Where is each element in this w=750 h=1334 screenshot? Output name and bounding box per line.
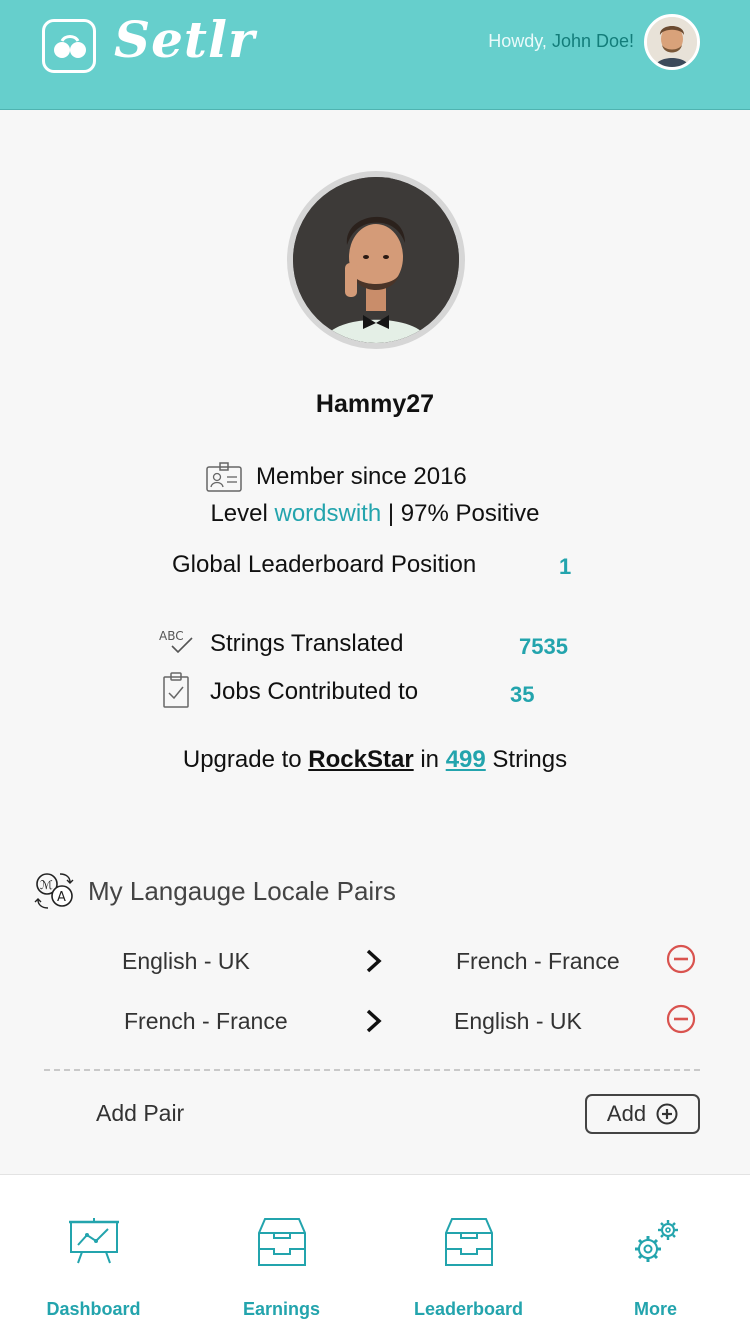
pair-target-locale: French - France xyxy=(456,948,620,974)
inbox-tray-icon xyxy=(444,1218,493,1266)
strings-translated-label: Strings Translated xyxy=(210,630,404,657)
chevron-right-icon xyxy=(366,1009,382,1033)
upgrade-suffix: Strings xyxy=(492,746,568,773)
level-row: Level wordswith | 97% Positive xyxy=(0,500,750,528)
leaderboard-label: Global Leaderboard Position xyxy=(172,551,477,578)
member-since-text: Member since 2016 xyxy=(256,463,467,490)
chevron-right-icon xyxy=(366,949,382,973)
dashed-divider xyxy=(44,1069,700,1071)
add-pair-label: Add Pair xyxy=(96,1100,185,1126)
level-separator: | xyxy=(387,500,395,527)
translate-icon: ℳ A xyxy=(34,873,74,909)
add-pair-button[interactable]: Add xyxy=(585,1094,700,1134)
upgrade-tier-link[interactable]: RockStar xyxy=(308,746,413,773)
member-since-row: Member since 2016 xyxy=(206,460,467,494)
user-name-link[interactable]: John Doe! xyxy=(552,31,634,51)
greeting: Howdy, John Doe! xyxy=(488,31,634,52)
upgrade-prefix: Upgrade to xyxy=(182,746,302,773)
plus-circle-icon xyxy=(656,1103,678,1125)
strings-translated-row: ABC Strings Translated 7535 xyxy=(158,624,588,664)
logo-icon[interactable] xyxy=(42,19,96,73)
upgrade-row: Upgrade to RockStar in 499 Strings xyxy=(0,746,750,774)
remove-pair-icon[interactable] xyxy=(666,1004,696,1034)
jobs-contributed-value: 35 xyxy=(510,682,535,707)
pair-source-locale: French - France xyxy=(124,1008,288,1034)
locale-pair-row: English - UK French - France xyxy=(0,940,750,980)
brand-name: Setlr xyxy=(114,10,256,69)
spellcheck-icon: ABC xyxy=(159,629,193,654)
jobs-contributed-label: Jobs Contributed to xyxy=(210,678,419,705)
svg-text:A: A xyxy=(57,890,66,905)
svg-text:ℳ: ℳ xyxy=(40,878,53,892)
add-button-label: Add xyxy=(606,1101,647,1126)
leaderboard-value: 1 xyxy=(559,554,572,579)
nav-label: Earnings xyxy=(242,1299,321,1319)
gears-icon xyxy=(634,1220,678,1262)
clipboard-check-icon xyxy=(163,672,189,708)
app-header: Setlr Howdy, John Doe! xyxy=(0,0,750,110)
level-prefix: Level xyxy=(210,500,268,527)
nav-label: Leaderboard xyxy=(413,1299,524,1319)
locale-pair-row: French - France English - UK xyxy=(0,1000,750,1040)
upgrade-count[interactable]: 499 xyxy=(446,746,486,773)
inbox-tray-icon xyxy=(257,1218,306,1266)
strings-translated-value: 7535 xyxy=(519,634,568,659)
nav-item-more[interactable]: More xyxy=(562,1175,749,1334)
nav-item-leaderboard[interactable]: Leaderboard xyxy=(375,1175,562,1334)
nav-label: Dashboard xyxy=(46,1299,141,1319)
id-card-icon xyxy=(206,462,242,492)
feedback-rating: 97% Positive xyxy=(400,500,540,527)
nav-label: More xyxy=(633,1299,677,1319)
jobs-contributed-row: Jobs Contributed to 35 xyxy=(158,672,588,712)
dashboard-chart-icon xyxy=(68,1218,119,1264)
pair-target-locale: English - UK xyxy=(454,1008,582,1034)
profile-username: Hammy27 xyxy=(315,390,435,418)
nav-item-earnings[interactable]: Earnings xyxy=(188,1175,375,1334)
user-avatar[interactable] xyxy=(644,14,700,70)
remove-pair-icon[interactable] xyxy=(666,944,696,974)
bottom-nav: Dashboard Earnings Leaderboard More xyxy=(0,1174,750,1334)
greeting-text: Howdy, xyxy=(488,31,547,51)
level-name-link[interactable]: wordswith xyxy=(275,500,382,527)
svg-text:ABC: ABC xyxy=(159,629,184,643)
profile-avatar xyxy=(287,171,465,349)
locale-pairs-title: My Langauge Locale Pairs xyxy=(88,876,396,906)
pair-source-locale: English - UK xyxy=(122,948,250,974)
upgrade-mid: in xyxy=(420,746,440,773)
nav-item-dashboard[interactable]: Dashboard xyxy=(0,1175,187,1334)
